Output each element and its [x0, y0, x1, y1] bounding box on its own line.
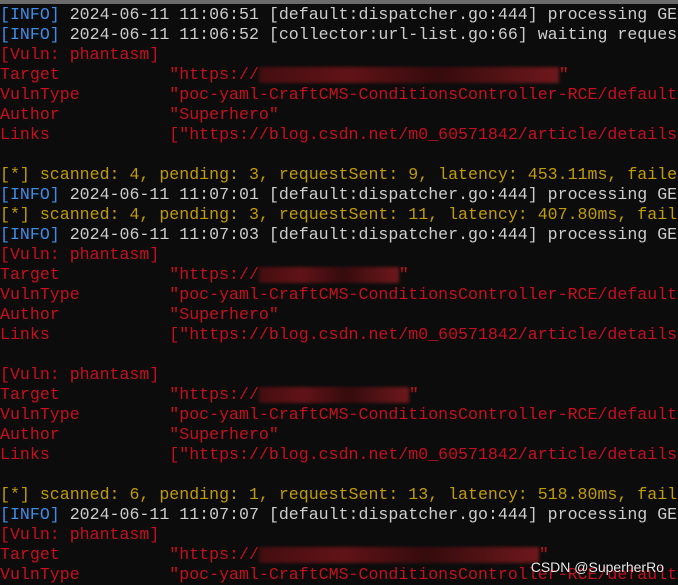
terminal-line: Target "https:// "	[0, 65, 678, 85]
terminal-line: Links ["https://blog.csdn.net/m0_6057184…	[0, 445, 678, 465]
log-level-tag: [INFO]	[0, 505, 60, 524]
log-text: VulnType "poc-yaml-CraftCMS-ConditionsCo…	[0, 405, 678, 424]
log-text: Target "https://	[0, 545, 259, 564]
log-text: "	[398, 265, 409, 284]
terminal-line: [Vuln: phantasm]	[0, 365, 678, 385]
terminal-line: Target "https:// "	[0, 385, 678, 405]
log-text: [*] scanned: 6, pending: 1, requestSent:…	[0, 485, 678, 504]
log-text: Author "Superhero"	[0, 105, 279, 124]
log-text: VulnType "poc-yaml-CraftCMS-ConditionsCo…	[0, 285, 678, 304]
log-text: 2024-06-11 11:07:03 [default:dispatcher.…	[59, 225, 678, 244]
terminal-line: [Vuln: phantasm]	[0, 525, 678, 545]
terminal-line: Author "Superhero"	[0, 425, 678, 445]
terminal-line: [Vuln: phantasm]	[0, 45, 678, 65]
terminal-line: Links ["https://blog.csdn.net/m0_6057184…	[0, 125, 678, 145]
redacted-target	[258, 386, 409, 403]
log-text: [Vuln: phantasm]	[0, 245, 160, 264]
log-level-tag: [INFO]	[0, 5, 60, 24]
terminal-line: Author "Superhero"	[0, 105, 678, 125]
redacted-target	[258, 266, 399, 283]
terminal-output: [INFO] 2024-06-11 11:06:51 [default:disp…	[0, 5, 678, 585]
redacted-target	[258, 66, 559, 83]
log-text: 2024-06-11 11:06:52 [collector:url-list.…	[59, 25, 678, 44]
log-text: Author "Superhero"	[0, 305, 279, 324]
log-level-tag: [INFO]	[0, 225, 60, 244]
log-text: 2024-06-11 11:07:07 [default:dispatcher.…	[59, 505, 678, 524]
log-level-tag: [INFO]	[0, 185, 60, 204]
log-text: "	[408, 385, 419, 404]
log-text: Author "Superhero"	[0, 425, 279, 444]
log-text: Target "https://	[0, 65, 259, 84]
terminal-line: VulnType "poc-yaml-CraftCMS-ConditionsCo…	[0, 285, 678, 305]
terminal-line: [INFO] 2024-06-11 11:06:51 [default:disp…	[0, 5, 678, 25]
terminal-line: [*] scanned: 4, pending: 3, requestSent:…	[0, 205, 678, 225]
log-level-tag: [INFO]	[0, 25, 60, 44]
terminal-line: [Vuln: phantasm]	[0, 245, 678, 265]
log-text: Links ["https://blog.csdn.net/m0_6057184…	[0, 125, 678, 144]
redacted-target	[258, 546, 539, 563]
log-text: [Vuln: phantasm]	[0, 45, 160, 64]
log-text: 2024-06-11 11:07:01 [default:dispatcher.…	[59, 185, 678, 204]
terminal-line: VulnType "poc-yaml-CraftCMS-ConditionsCo…	[0, 85, 678, 105]
watermark: CSDN @SuperherRo	[530, 559, 664, 575]
log-text: Target "https://	[0, 385, 259, 404]
log-text: [Vuln: phantasm]	[0, 525, 160, 544]
log-text: [*] scanned: 4, pending: 3, requestSent:…	[0, 165, 678, 184]
log-text: Target "https://	[0, 265, 259, 284]
log-text: Links ["https://blog.csdn.net/m0_6057184…	[0, 445, 678, 464]
terminal-line: Links ["https://blog.csdn.net/m0_6057184…	[0, 325, 678, 345]
terminal-line: Author "Superhero"	[0, 305, 678, 325]
terminal-line: [INFO] 2024-06-11 11:07:01 [default:disp…	[0, 185, 678, 205]
log-text: [*] scanned: 4, pending: 3, requestSent:…	[0, 205, 678, 224]
log-text: [Vuln: phantasm]	[0, 365, 160, 384]
terminal-line: [INFO] 2024-06-11 11:07:03 [default:disp…	[0, 225, 678, 245]
log-text: "	[558, 65, 569, 84]
terminal-line: VulnType "poc-yaml-CraftCMS-ConditionsCo…	[0, 405, 678, 425]
terminal-line: [INFO] 2024-06-11 11:07:07 [default:disp…	[0, 505, 678, 525]
terminal-line: [*] scanned: 6, pending: 1, requestSent:…	[0, 485, 678, 505]
window-top-border	[0, 0, 678, 4]
terminal-line: [INFO] 2024-06-11 11:06:52 [collector:ur…	[0, 25, 678, 45]
log-text: 2024-06-11 11:06:51 [default:dispatcher.…	[59, 5, 678, 24]
log-text: Links ["https://blog.csdn.net/m0_6057184…	[0, 325, 678, 344]
log-text: VulnType "poc-yaml-CraftCMS-ConditionsCo…	[0, 85, 678, 104]
terminal-line: [*] scanned: 4, pending: 3, requestSent:…	[0, 165, 678, 185]
terminal-line: Target "https:// "	[0, 265, 678, 285]
